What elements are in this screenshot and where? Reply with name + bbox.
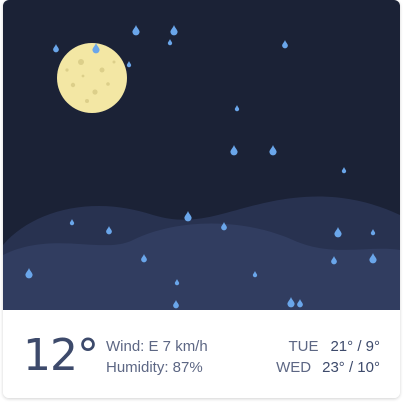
- forecast-row-tue: TUE 21° / 9°: [276, 336, 380, 357]
- forecast-list: TUE 21° / 9° WED 23° / 10°: [276, 336, 380, 378]
- forecast-day: WED: [276, 359, 312, 376]
- forecast-row-wed: WED 23° / 10°: [276, 357, 380, 378]
- forecast-temps: 21° / 9°: [330, 338, 380, 355]
- weather-card: 12° Wind: E 7 km/h Humidity: 87% TUE 21°…: [3, 0, 400, 398]
- moon-icon: [57, 43, 127, 113]
- current-temperature: 12°: [23, 330, 99, 381]
- wind-text: Wind: E 7 km/h: [106, 338, 208, 355]
- current-details: Wind: E 7 km/h Humidity: 87%: [106, 336, 208, 378]
- forecast-day: TUE: [288, 338, 319, 355]
- weather-scene: [3, 0, 400, 310]
- weather-info-panel: 12° Wind: E 7 km/h Humidity: 87% TUE 21°…: [3, 310, 400, 398]
- humidity-text: Humidity: 87%: [106, 359, 203, 376]
- forecast-temps: 23° / 10°: [322, 359, 380, 376]
- night-rain-illustration: [3, 0, 400, 310]
